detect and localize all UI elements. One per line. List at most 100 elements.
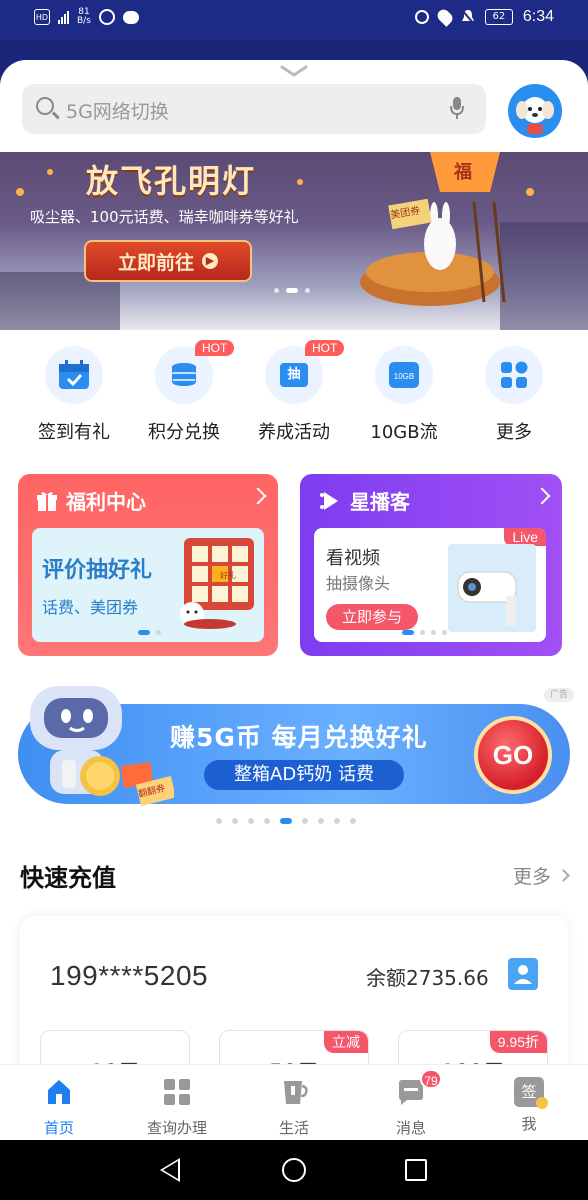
star-line-2: 抽摄像头 — [326, 574, 391, 593]
tab-label: 首页 — [43, 1119, 74, 1137]
quick-entry-grid: 签到有礼 HOT 积分兑换 HOT 抽 养成活动 10GB 10GB流 更多 — [0, 340, 588, 456]
chevron-right-icon[interactable] — [249, 487, 267, 505]
status-right: 62 6:34 — [414, 7, 554, 27]
quick-item-points[interactable]: HOT 积分兑换 — [129, 340, 239, 444]
tab-me[interactable]: 签 我 — [470, 1065, 588, 1141]
checkin-icon: 签 — [514, 1077, 548, 1109]
status-time: 6:34 — [522, 8, 554, 25]
pagination-dot — [216, 818, 222, 824]
unread-badge: 79 — [420, 1069, 442, 1089]
ad-banner[interactable]: 翻翻券 赚5G币 每月兑换好礼 整箱AD钙奶 话费 GO 广告 — [0, 680, 588, 810]
more-link[interactable]: 更多 — [513, 862, 570, 889]
card-title: 福利中心 — [66, 490, 146, 514]
quick-item-label: 10GB流 — [370, 422, 438, 443]
ad-title: 赚5G币 每月兑换好礼 — [170, 723, 428, 752]
app-root: HD 81 B/s 62 6:34 5G网络切换 放飞孔明灯 吸尘器、100元话… — [0, 0, 588, 1200]
avatar[interactable] — [508, 84, 562, 138]
pagination-dot-active — [280, 818, 292, 824]
pagination-dot-active — [402, 630, 414, 635]
welfare-inner-title: 评价抽好礼 — [42, 558, 153, 583]
prize-label: 好礼 — [220, 571, 236, 580]
join-button[interactable]: 立即参与 — [326, 604, 418, 630]
tab-label: 我 — [521, 1115, 537, 1133]
hd-icon: HD — [34, 9, 50, 25]
card-header: 福利中心 — [36, 486, 146, 515]
ad-go-button[interactable]: GO — [474, 716, 552, 794]
quick-item-data[interactable]: 10GB 10GB流 — [349, 346, 459, 444]
tab-label: 查询办理 — [146, 1119, 207, 1137]
pagination-dot — [156, 630, 161, 635]
calendar-check-icon — [45, 346, 103, 404]
star-line-1: 看视频 — [326, 548, 380, 569]
balance-text: 余额2735.66 — [366, 966, 489, 990]
home-sheet: 5G网络切换 放飞孔明灯 吸尘器、100元话费、瑞幸咖啡券等好礼 立即前往 ▶ … — [0, 60, 588, 1140]
quick-item-checkin[interactable]: 签到有礼 — [19, 346, 129, 444]
chevron-right-icon[interactable] — [533, 487, 551, 505]
pagination-dot — [248, 818, 254, 824]
pagination-dot — [302, 818, 308, 824]
star-inner-panel[interactable]: Live 看视频 抽摄像头 立即参与 — [314, 528, 546, 642]
battery-icon: 62 — [484, 9, 513, 25]
pagination-dot — [232, 818, 238, 824]
quick-item-label: 积分兑换 — [148, 422, 220, 443]
grid-icon — [164, 1079, 190, 1105]
data-glyph: 10GB — [389, 362, 419, 388]
microphone-icon[interactable] — [450, 96, 464, 120]
chevron-right-icon — [557, 869, 570, 882]
quick-item-label: 更多 — [496, 422, 532, 443]
grid-more-icon — [485, 346, 543, 404]
bottom-tab-bar: 首页 查询办理 生活 79 消息 签 我 — [0, 1064, 588, 1140]
welfare-center-card[interactable]: 福利中心 评价抽好礼 话费、美团券 好礼 — [18, 474, 278, 656]
checkin-glyph: 签 — [521, 1083, 537, 1101]
pagination-dot — [264, 818, 270, 824]
search-input[interactable]: 5G网络切换 — [66, 97, 169, 124]
discount-badge: 9.95折 — [489, 1031, 547, 1053]
data-card-icon: 10GB — [375, 346, 433, 404]
system-nav-bar — [0, 1140, 588, 1200]
tab-life[interactable]: 生活 — [235, 1065, 353, 1141]
search-bar[interactable]: 5G网络切换 — [22, 84, 486, 134]
section-title: 快速充值 — [20, 864, 116, 892]
banner-cta-button[interactable]: 立即前往 ▶ — [84, 240, 252, 282]
pagination-dot — [305, 288, 310, 293]
contact-book-icon[interactable] — [508, 958, 538, 990]
back-icon[interactable] — [160, 1158, 180, 1182]
home-circle-icon[interactable] — [282, 1158, 306, 1182]
promo-banner[interactable]: 放飞孔明灯 吸尘器、100元话费、瑞幸咖啡券等好礼 立即前往 ▶ 美团券 福 — [0, 152, 588, 330]
status-left: HD 81 B/s — [34, 8, 139, 26]
pagination-dot — [442, 630, 447, 635]
tab-messages[interactable]: 79 消息 — [352, 1065, 470, 1141]
pagination-dot — [350, 818, 356, 824]
quick-item-more[interactable]: 更多 — [459, 346, 569, 444]
hot-badge: HOT — [305, 340, 345, 356]
card-pagination — [402, 630, 447, 635]
pagination-dot-active — [286, 288, 298, 293]
tab-label: 消息 — [395, 1119, 426, 1137]
play-sparkle-icon — [320, 491, 338, 510]
arrow-right-icon: ▶ — [202, 253, 218, 269]
ad-subtitle: 整箱AD钙奶 话费 — [204, 760, 404, 790]
status-bar: HD 81 B/s 62 6:34 — [0, 0, 588, 40]
gift-icon — [37, 491, 57, 511]
location-icon — [434, 7, 455, 27]
quick-item-label: 签到有礼 — [38, 422, 110, 443]
pagination-dot — [274, 288, 279, 293]
pagination-dot — [420, 630, 425, 635]
coin-icon — [536, 1097, 548, 1109]
ad-label: 广告 — [544, 688, 574, 702]
pagination-dot — [334, 818, 340, 824]
star-podcast-card[interactable]: 星播客 Live 看视频 抽摄像头 立即参与 — [300, 474, 562, 656]
banner-title: 放飞孔明灯 — [86, 162, 257, 200]
welfare-inner-panel[interactable]: 评价抽好礼 话费、美团券 好礼 — [32, 528, 264, 642]
phone-number: 199****5205 — [50, 960, 209, 991]
discount-badge: 立减 — [324, 1031, 368, 1053]
tab-home[interactable]: 首页 — [0, 1065, 118, 1141]
quick-item-label: 养成活动 — [258, 422, 330, 443]
lottery-glyph: 抽 — [280, 363, 308, 387]
banner-subtitle: 吸尘器、100元话费、瑞幸咖啡券等好礼 — [30, 208, 299, 226]
quick-item-growth[interactable]: HOT 抽 养成活动 — [239, 340, 349, 444]
network-speed: 81 B/s — [77, 8, 91, 26]
collapse-chevron-icon[interactable] — [280, 64, 308, 78]
recents-icon[interactable] — [405, 1159, 427, 1181]
tab-query[interactable]: 查询办理 — [118, 1065, 236, 1141]
